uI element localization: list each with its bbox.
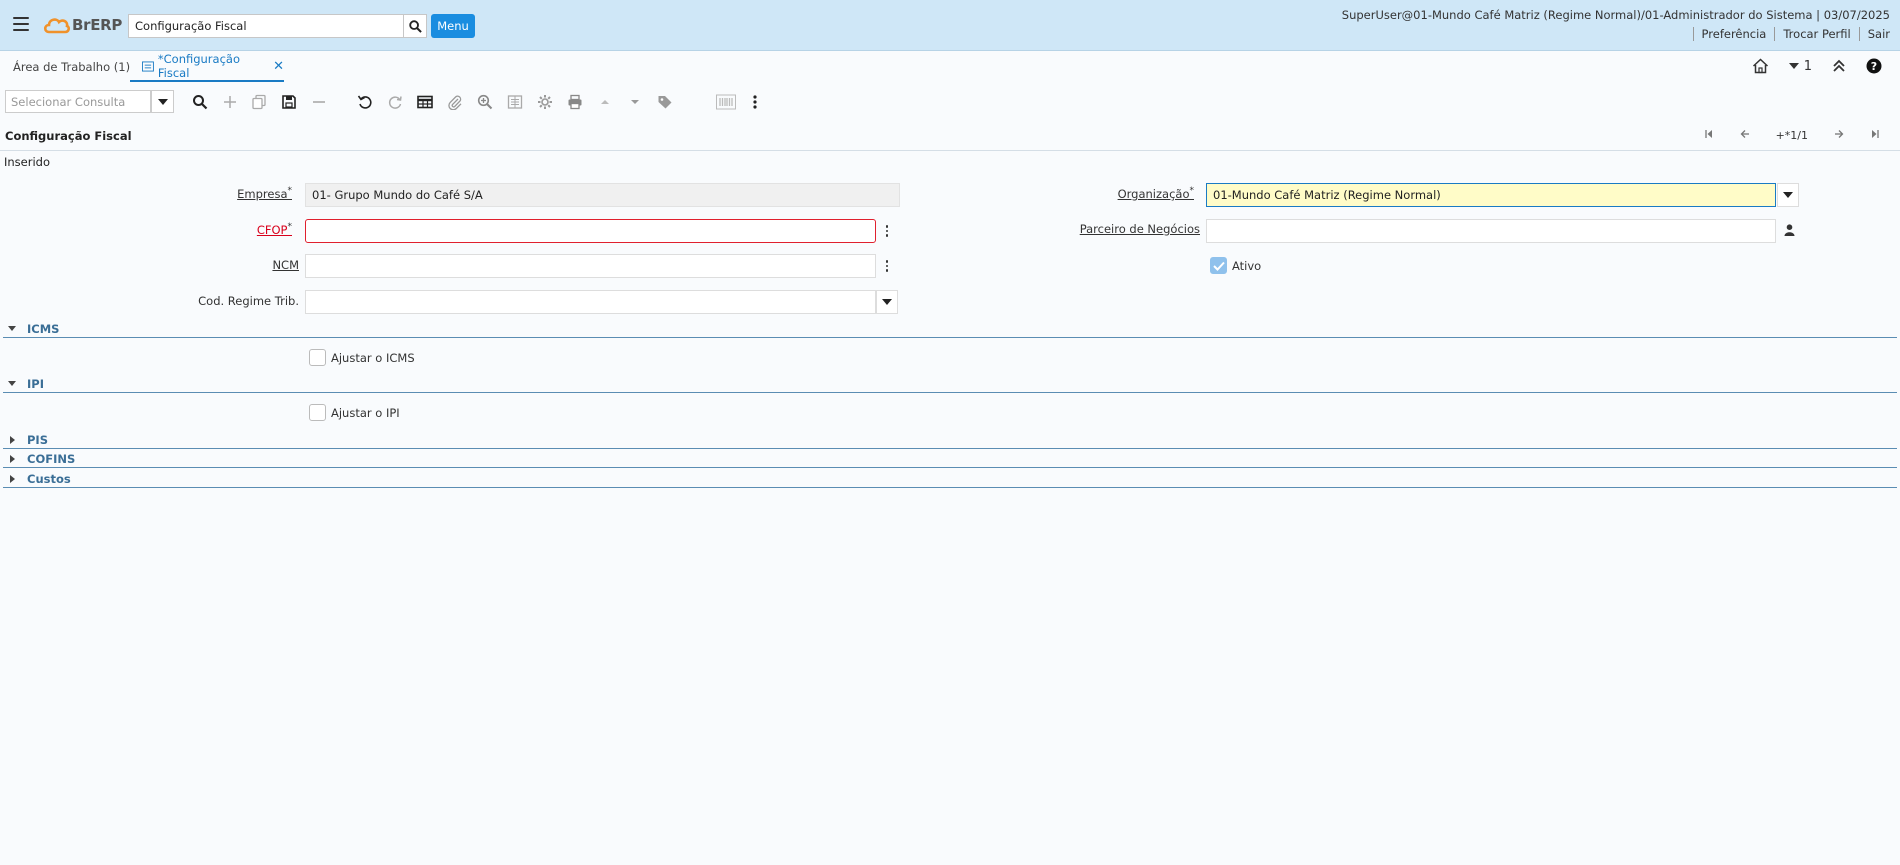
- next-icon[interactable]: [625, 92, 645, 112]
- parceiro-label[interactable]: Parceiro de Negócios: [1080, 222, 1200, 236]
- change-role-link[interactable]: Trocar Perfil: [1774, 27, 1858, 41]
- logo-text: BrERP: [72, 16, 123, 34]
- ajustar-icms-checkbox[interactable]: [309, 349, 326, 366]
- record-title-bar: Configuração Fiscal +*1/1: [0, 123, 1900, 151]
- regime-label: Cod. Regime Trib.: [198, 294, 299, 308]
- delete-icon[interactable]: [309, 92, 329, 112]
- section-pis-label: PIS: [27, 433, 48, 447]
- expand-down-icon: [8, 326, 16, 331]
- chevron-down-icon[interactable]: [1777, 183, 1799, 207]
- preferences-link[interactable]: Preferência: [1692, 27, 1775, 41]
- empresa-field[interactable]: 01- Grupo Mundo do Café S/A: [305, 183, 900, 207]
- grid-toggle-icon[interactable]: [415, 92, 435, 112]
- process-icon[interactable]: [535, 92, 555, 112]
- previous-icon[interactable]: [595, 92, 615, 112]
- refresh-icon[interactable]: [385, 92, 405, 112]
- record-position: +*1/1: [1775, 129, 1808, 142]
- checkmark-icon: [1212, 261, 1225, 271]
- svg-text:?: ?: [1871, 60, 1877, 73]
- cfop-label[interactable]: CFOP*: [257, 222, 292, 237]
- next-record-icon[interactable]: [1834, 129, 1844, 142]
- logout-link[interactable]: Sair: [1858, 27, 1890, 41]
- close-icon[interactable]: ✕: [273, 59, 284, 74]
- user-context-info: SuperUser@01-Mundo Café Matriz (Regime N…: [1341, 8, 1890, 22]
- section-cofins[interactable]: COFINS: [3, 451, 1897, 468]
- query-select[interactable]: Selecionar Consulta: [5, 90, 151, 113]
- section-pis[interactable]: PIS: [3, 432, 1897, 449]
- help-icon[interactable]: ?: [1866, 58, 1882, 74]
- record-status: Inserido: [4, 155, 51, 169]
- expand-right-icon: [10, 455, 15, 463]
- section-icms[interactable]: ICMS: [3, 321, 1897, 338]
- more-icon[interactable]: [745, 92, 765, 112]
- menu-button[interactable]: Menu: [431, 14, 475, 38]
- organizacao-label[interactable]: Organização*: [1118, 186, 1194, 201]
- ajustar-ipi-checkbox[interactable]: [309, 404, 326, 421]
- regime-select[interactable]: [305, 290, 876, 314]
- user-links: Preferência Trocar Perfil Sair: [1692, 27, 1890, 41]
- copy-icon[interactable]: [249, 92, 269, 112]
- print-icon[interactable]: [565, 92, 585, 112]
- window-actions: 1 ?: [1752, 58, 1882, 74]
- search-icon[interactable]: [190, 92, 210, 112]
- global-search-input[interactable]: Configuração Fiscal: [128, 14, 403, 38]
- section-icms-label: ICMS: [27, 322, 60, 336]
- tag-icon[interactable]: [655, 92, 675, 112]
- section-ipi-label: IPI: [27, 377, 44, 391]
- empresa-label: Empresa*: [237, 186, 292, 201]
- cfop-field[interactable]: [305, 219, 876, 243]
- ajustar-ipi-label: Ajustar o IPI: [331, 406, 400, 420]
- ncm-label[interactable]: NCM: [272, 258, 299, 272]
- person-icon[interactable]: [1781, 222, 1797, 238]
- ajustar-icms-label: Ajustar o ICMS: [331, 351, 415, 365]
- section-custos[interactable]: Custos: [3, 471, 1897, 488]
- expand-down-icon: [8, 381, 16, 386]
- attachment-icon[interactable]: [445, 92, 465, 112]
- tab-workspace[interactable]: Área de Trabalho (1): [13, 52, 130, 82]
- barcode-icon[interactable]: [716, 92, 736, 112]
- previous-record-icon[interactable]: [1740, 129, 1750, 142]
- window-icon: [142, 60, 154, 72]
- section-custos-label: Custos: [27, 472, 71, 486]
- cfop-more-icon[interactable]: [880, 221, 894, 241]
- section-cofins-label: COFINS: [27, 452, 76, 466]
- ncm-more-icon[interactable]: [880, 256, 894, 276]
- chevron-down-icon[interactable]: [876, 290, 898, 314]
- toolbar: Selecionar Consulta: [0, 86, 1900, 116]
- tab-label: *Configuração Fiscal: [157, 52, 240, 80]
- hamburger-menu-icon[interactable]: [13, 17, 29, 31]
- collapse-up-icon[interactable]: [1832, 59, 1846, 73]
- zoom-icon[interactable]: [475, 92, 495, 112]
- window-tabs: Área de Trabalho (1) *Configuração Fisca…: [0, 52, 1900, 82]
- parceiro-field[interactable]: [1206, 219, 1776, 243]
- last-record-icon[interactable]: [1870, 129, 1880, 142]
- chevron-down-icon: [1788, 63, 1799, 69]
- first-record-icon[interactable]: [1704, 129, 1714, 142]
- page-title: Configuração Fiscal: [5, 129, 132, 143]
- record-navigator: +*1/1: [1704, 129, 1880, 142]
- expand-right-icon: [10, 436, 15, 444]
- window-count: 1: [1803, 58, 1812, 74]
- window-switcher[interactable]: 1: [1788, 58, 1812, 74]
- app-header: BrERP Configuração Fiscal Menu SuperUser…: [0, 0, 1900, 51]
- expand-right-icon: [10, 475, 15, 483]
- ativo-checkbox[interactable]: [1210, 257, 1227, 274]
- ncm-field[interactable]: [305, 254, 876, 278]
- brerp-logo[interactable]: BrERP: [43, 14, 122, 36]
- section-ipi[interactable]: IPI: [3, 376, 1897, 393]
- home-icon[interactable]: [1752, 58, 1769, 74]
- search-icon[interactable]: [403, 14, 427, 38]
- tab-configuracao-fiscal[interactable]: *Configuração Fiscal ✕: [130, 52, 284, 82]
- cloud-logo-icon: [43, 18, 70, 34]
- undo-icon[interactable]: [355, 92, 375, 112]
- chevron-down-icon[interactable]: [151, 90, 174, 113]
- ativo-label: Ativo: [1232, 259, 1262, 273]
- organizacao-field[interactable]: 01-Mundo Café Matriz (Regime Normal): [1206, 183, 1776, 207]
- report-icon[interactable]: [505, 92, 525, 112]
- add-icon[interactable]: [220, 92, 240, 112]
- save-icon[interactable]: [279, 92, 299, 112]
